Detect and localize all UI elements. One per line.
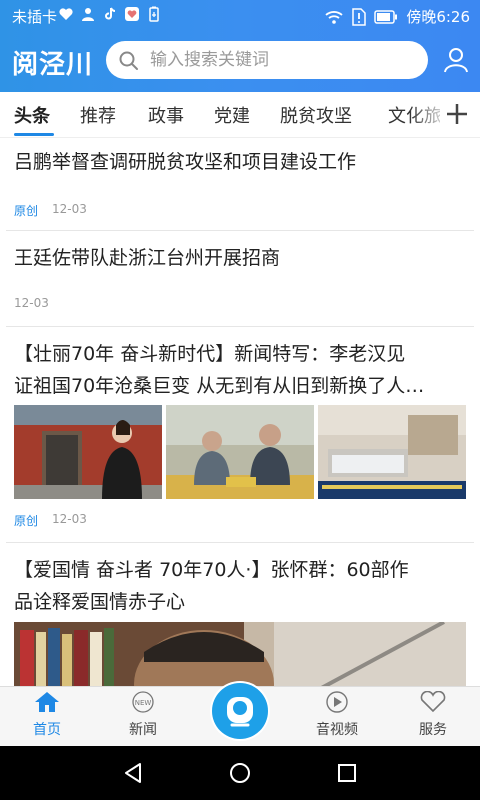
- clock: 傍晚6:26: [406, 8, 470, 26]
- tab-politics[interactable]: 政事: [148, 102, 184, 128]
- status-icons-right: 傍晚6:26: [324, 6, 470, 27]
- search-bar[interactable]: [106, 41, 428, 79]
- news-title-line: 【爱国情 奋斗者 70年70人·】张怀群：60部作: [14, 559, 409, 581]
- person-icon: [82, 8, 94, 21]
- news-title: 王廷佐带队赴浙江台州开展招商: [14, 247, 281, 269]
- tab-poverty-alleviation[interactable]: 脱贫攻坚: [280, 102, 352, 128]
- back-icon[interactable]: [122, 762, 144, 784]
- news-item[interactable]: 吕鹏举督查调研脱贫攻坚和项目建设工作: [14, 146, 466, 178]
- nav-label: 新闻: [129, 722, 157, 738]
- divider: [6, 542, 474, 543]
- tab-recommended[interactable]: 推荐: [80, 102, 116, 128]
- news-item[interactable]: 【爱国情 奋斗者 70年70人·】张怀群：60部作 品诠释爱国情赤子心: [14, 554, 466, 618]
- svg-text:NEW: NEW: [135, 699, 152, 707]
- nav-news[interactable]: NEW 新闻: [108, 691, 178, 739]
- battery-saver-icon: [149, 6, 159, 22]
- recents-icon[interactable]: [336, 762, 358, 784]
- nav-home[interactable]: 首页: [12, 691, 82, 739]
- home-icon: [35, 692, 59, 712]
- status-icons-left: [58, 6, 162, 22]
- system-navigation-bar: [0, 746, 480, 800]
- app-heart-icon: [125, 7, 139, 21]
- thumbnail-image: [166, 405, 314, 499]
- news-icon: NEW: [132, 691, 154, 713]
- heart-icon: [420, 690, 446, 713]
- house-reporter-image: [14, 405, 162, 499]
- news-item[interactable]: 【壮丽70年 奋斗新时代】新闻特写：李老汉见 证祖国70年沧桑巨变 从无到有从旧…: [14, 338, 466, 402]
- news-title: 吕鹏举督查调研脱贫攻坚和项目建设工作: [14, 151, 357, 173]
- news-item[interactable]: 王廷佐带队赴浙江台州开展招商: [14, 242, 466, 274]
- news-title-line: 证祖国70年沧桑巨变 从无到有从旧到新换了人…: [14, 375, 425, 397]
- heartbeat-icon: [59, 8, 73, 20]
- search-icon: [119, 51, 138, 70]
- nav-services[interactable]: 服务: [398, 690, 468, 739]
- divider: [6, 326, 474, 327]
- center-action-button[interactable]: [210, 681, 270, 741]
- man-with-bookshelf-image: [14, 622, 466, 686]
- news-title-line: 【壮丽70年 奋斗新时代】新闻特写：李老汉见: [14, 343, 406, 365]
- nav-audio-video[interactable]: 音视频: [302, 691, 372, 739]
- elderly-couple-corn-image: [166, 405, 314, 499]
- divider: [6, 230, 474, 231]
- status-bar: 未插卡 傍晚6:26: [0, 0, 480, 30]
- date-label: 12-03: [52, 202, 87, 216]
- category-tabs: 头条 推荐 政事 党建 脱贫攻坚 文化旅: [0, 92, 480, 138]
- news-feed: 吕鹏举督查调研脱贫攻坚和项目建设工作 原创 12-03 王廷佐带队赴浙江台州开展…: [0, 138, 480, 686]
- user-profile-icon[interactable]: [442, 46, 470, 74]
- sim-alert-icon: [352, 7, 367, 26]
- battery-icon: [374, 9, 398, 24]
- source-label: 原创: [14, 514, 39, 528]
- bottom-navigation: 首页 NEW 新闻 音视频 服务: [0, 681, 480, 746]
- thumbnail-image: [318, 405, 466, 499]
- center-button-fill: [212, 683, 268, 739]
- nav-label: 服务: [419, 722, 447, 738]
- news-meta: 12-03: [14, 296, 466, 310]
- living-room-image: [318, 405, 466, 499]
- date-label: 12-03: [52, 512, 87, 526]
- news-title-line: 品诠释爱国情赤子心: [14, 591, 186, 613]
- plus-icon: [447, 104, 467, 124]
- app-title: 阅泾川: [12, 50, 94, 80]
- carrier-label: 未插卡: [12, 8, 58, 26]
- thumbnail-image: [14, 405, 162, 499]
- source-label: 原创: [14, 204, 39, 218]
- tab-headlines[interactable]: 头条: [14, 102, 50, 128]
- news-meta: 原创 12-03: [14, 202, 466, 219]
- active-tab-indicator: [14, 133, 54, 136]
- nav-label: 音视频: [316, 722, 358, 738]
- search-input[interactable]: [150, 41, 410, 79]
- article-cover-image[interactable]: [14, 622, 466, 686]
- tiktok-icon: [105, 7, 116, 20]
- news-meta: 原创 12-03: [14, 512, 466, 529]
- app-bar: 阅泾川: [0, 38, 480, 84]
- tab-party-building[interactable]: 党建: [214, 102, 250, 128]
- app-header: 未插卡 傍晚6:26 阅泾川: [0, 0, 480, 92]
- nav-label: 首页: [33, 722, 61, 738]
- thumbnail-row[interactable]: [14, 405, 466, 499]
- play-icon: [326, 691, 348, 713]
- camera-lens-icon: [227, 697, 253, 727]
- home-circle-icon[interactable]: [229, 762, 251, 784]
- date-label: 12-03: [14, 296, 49, 310]
- add-tab-button[interactable]: [440, 96, 474, 132]
- wifi-icon: [325, 10, 343, 24]
